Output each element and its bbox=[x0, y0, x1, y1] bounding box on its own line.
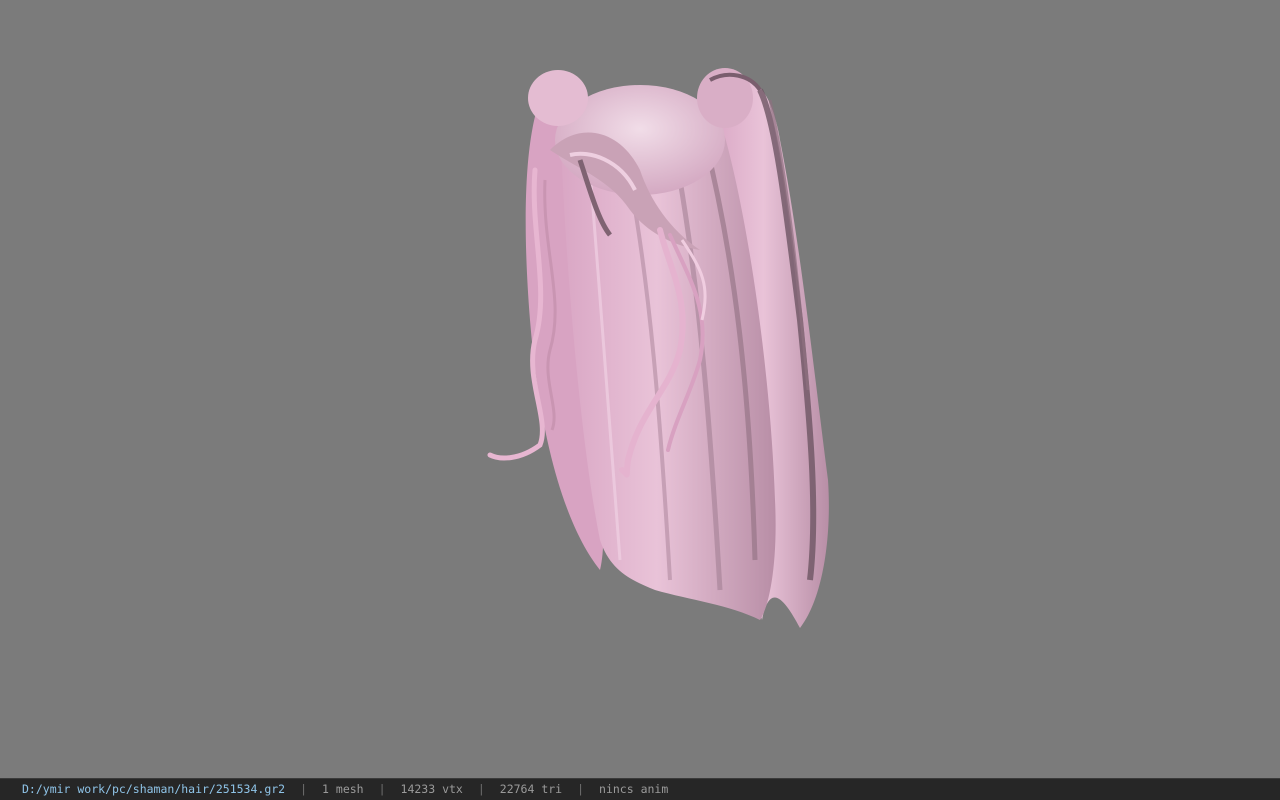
3d-viewport[interactable] bbox=[0, 0, 1280, 778]
vertex-count: 14233 vtx bbox=[400, 782, 463, 796]
mesh-count: 1 mesh bbox=[322, 782, 364, 796]
separator: | bbox=[577, 782, 585, 796]
triangle-count: 22764 tri bbox=[499, 782, 563, 796]
hair-model bbox=[487, 68, 829, 629]
animation-status: nincs anim bbox=[599, 782, 669, 796]
separator: | bbox=[477, 782, 485, 796]
separator: | bbox=[378, 782, 386, 796]
file-path: D:/ymir work/pc/shaman/hair/251534.gr2 bbox=[22, 782, 286, 796]
separator: | bbox=[300, 782, 308, 796]
status-bar: D:/ymir work/pc/shaman/hair/251534.gr2 | 1… bbox=[0, 778, 1280, 800]
